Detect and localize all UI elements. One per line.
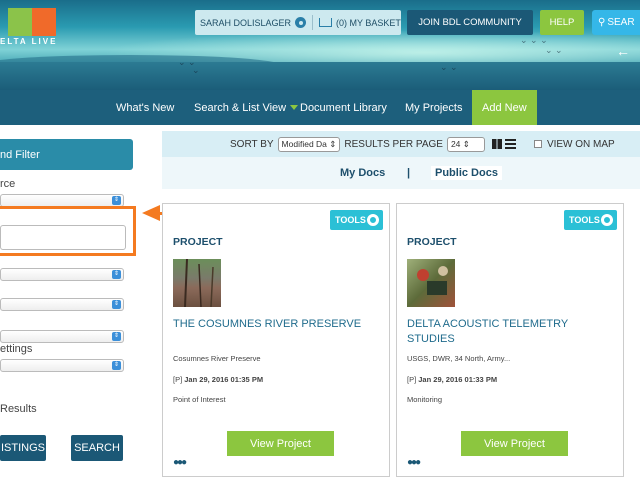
search-icon: ⚲ — [598, 17, 606, 28]
help-button[interactable]: HELP — [540, 10, 584, 35]
tools-label: TOOLS — [569, 215, 600, 225]
select-stepper-icon: ⇕ — [112, 361, 121, 370]
tools-label: TOOLS — [335, 215, 366, 225]
bird-icon: ⌄ ⌄ — [545, 45, 563, 55]
card-type: PROJECT — [407, 236, 457, 248]
listings-button[interactable]: ISTINGS — [0, 435, 46, 461]
dropdown-arrow-icon — [290, 105, 299, 110]
filter-panel-header[interactable]: nd Filter — [0, 139, 133, 170]
docs-toggle-bar — [162, 157, 640, 189]
logo-leaf-icon[interactable] — [8, 8, 32, 36]
gear-icon — [601, 214, 613, 226]
tools-button[interactable]: TOOLS — [330, 210, 383, 230]
results-per-page-select[interactable]: 24 ⇕ — [446, 136, 485, 152]
gear-icon — [367, 214, 379, 226]
nav-my-projects[interactable]: My Projects — [405, 90, 462, 125]
tools-button[interactable]: TOOLS — [564, 210, 617, 230]
card-title[interactable]: THE COSUMNES RIVER PRESERVE — [173, 317, 373, 332]
bird-icon: ⌄ — [192, 65, 200, 75]
view-project-button[interactable]: View Project — [227, 431, 334, 456]
my-docs-tab[interactable]: My Docs — [340, 167, 385, 179]
filter-select-1[interactable]: ⇕ — [0, 268, 124, 281]
sort-bar: SORT BY Modified Da ⇕ RESULTS PER PAGE 2… — [162, 131, 640, 157]
project-card: TOOLS PROJECT THE COSUMNES RIVER PRESERV… — [162, 203, 390, 477]
back-arrow-icon[interactable]: ← — [616, 43, 630, 59]
select-stepper-icon: ⇕ — [112, 270, 121, 279]
nav-whats-new[interactable]: What's New — [116, 90, 174, 125]
card-category: Point of Interest — [173, 395, 226, 404]
sort-by-select[interactable]: Modified Da ⇕ — [277, 136, 341, 152]
user-settings-gear-icon[interactable] — [295, 17, 307, 28]
cart-icon[interactable] — [319, 18, 333, 27]
select-stepper-icon: ⇕ — [112, 196, 121, 205]
results-per-page-label: RESULTS PER PAGE — [344, 138, 443, 150]
select-stepper-icon: ⇕ — [112, 332, 121, 341]
grid-view-icon[interactable] — [491, 139, 502, 149]
banner-ground — [0, 62, 640, 90]
people-icon[interactable]: ●●● — [173, 457, 187, 468]
public-docs-tab[interactable]: Public Docs — [431, 166, 502, 180]
people-icon[interactable]: ●●● — [407, 457, 421, 468]
main-nav: What's New Search & List View Document L… — [0, 90, 640, 125]
settings-select[interactable]: ⇕ — [0, 359, 124, 372]
results-label: Results — [0, 403, 37, 415]
header-search-label: SEAR — [607, 17, 635, 28]
user-name[interactable]: SARAH DOLISLAGER — [200, 18, 291, 28]
card-subtitle: Cosumnes River Preserve — [173, 354, 261, 363]
select-stepper-icon: ⇕ — [112, 300, 121, 309]
project-card: TOOLS PROJECT DELTA ACOUSTIC TELEMETRY S… — [396, 203, 624, 477]
card-type: PROJECT — [173, 236, 223, 248]
nav-add-new[interactable]: Add New — [472, 90, 537, 125]
header-banner: ⌄ ⌄ ⌄ ⌄ ⌄ ⌄ ⌄ ⌄ ⌄ ⌄ ELTA LIVE SARAH DOLI… — [0, 0, 640, 90]
filter-select-3[interactable]: ⇕ — [0, 330, 124, 343]
bird-icon: ⌄ ⌄ ⌄ — [520, 35, 548, 45]
user-basket-box: SARAH DOLISLAGER (0) MY BASKET — [195, 10, 401, 35]
highlight-box — [0, 206, 136, 256]
source-label: rce — [0, 178, 16, 190]
results-per-page-value: 24 — [450, 138, 461, 149]
join-community-button[interactable]: JOIN BDL COMMUNITY — [407, 10, 533, 35]
view-on-map-label: VIEW ON MAP — [546, 138, 615, 150]
settings-label: ettings — [0, 343, 33, 355]
docs-separator: | — [407, 167, 411, 179]
nav-search-list-view[interactable]: Search & List View — [194, 90, 299, 125]
card-date: [P] Jan 29, 2016 01:35 PM — [173, 375, 263, 384]
logo-bird-icon[interactable] — [32, 8, 56, 36]
sort-by-label: SORT BY — [230, 138, 274, 150]
card-subtitle: USGS, DWR, 34 North, Army... — [407, 354, 511, 363]
sort-by-value: Modified Da — [281, 138, 327, 149]
project-thumbnail[interactable] — [173, 258, 221, 308]
sidebar-search-button[interactable]: SEARCH — [71, 435, 123, 461]
bird-icon: ⌄ ⌄ — [440, 62, 458, 72]
nav-search-list-view-label: Search & List View — [194, 101, 287, 114]
card-date-value: Jan 29, 2016 01:35 PM — [184, 375, 264, 384]
list-view-icon[interactable] — [504, 139, 516, 149]
card-date-value: Jan 29, 2016 01:33 PM — [418, 375, 498, 384]
card-date-prefix: [P] — [407, 375, 417, 384]
project-thumbnail[interactable] — [407, 259, 455, 307]
filter-select-2[interactable]: ⇕ — [0, 298, 124, 311]
basket-link[interactable]: (0) MY BASKET — [336, 18, 401, 28]
header-search-button[interactable]: ⚲ SEAR — [592, 10, 640, 35]
card-category: Monitoring — [407, 395, 443, 404]
card-date: [P] Jan 29, 2016 01:33 PM — [407, 375, 497, 384]
view-project-button[interactable]: View Project — [461, 431, 568, 456]
view-on-map-checkbox[interactable] — [533, 140, 542, 148]
nav-document-library[interactable]: Document Library — [300, 90, 387, 125]
card-date-prefix: [P] — [173, 375, 183, 384]
logo-text: ELTA LIVE — [0, 37, 58, 46]
card-title[interactable]: DELTA ACOUSTIC TELEMETRY STUDIES — [407, 317, 607, 347]
field-work-image — [417, 266, 448, 295]
tree-image — [184, 258, 214, 308]
divider — [312, 15, 314, 30]
